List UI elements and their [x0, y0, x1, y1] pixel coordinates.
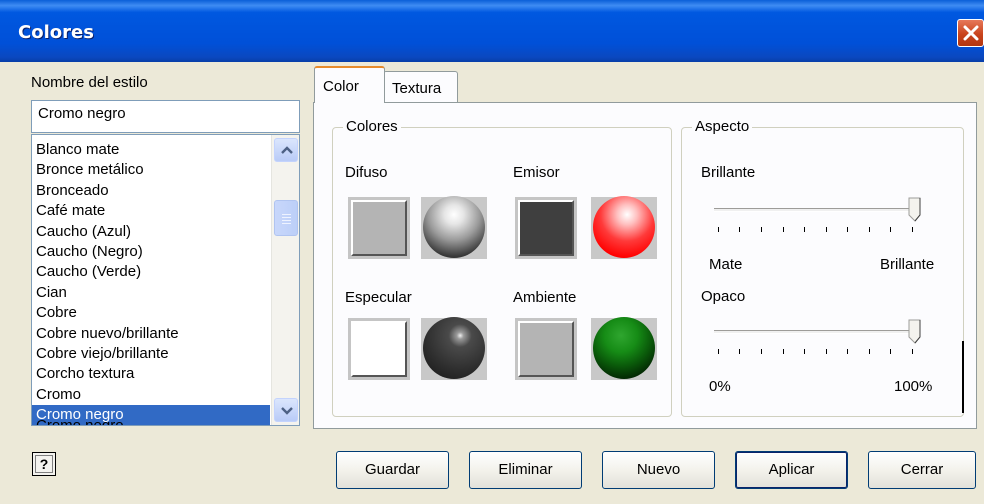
brillante-max-label: Brillante: [880, 256, 935, 273]
brillante-label: Brillante: [701, 164, 756, 181]
close-button[interactable]: [957, 19, 984, 47]
help-icon: ?: [39, 456, 49, 472]
tab-panel-color: Colores Difuso Emisor Especular Ambiente…: [313, 102, 977, 429]
chevron-up-icon: [281, 146, 293, 154]
opaco-max-label: 100%: [894, 378, 933, 395]
eliminar-button[interactable]: Eliminar: [469, 451, 582, 489]
guardar-button[interactable]: Guardar: [336, 451, 449, 489]
difuso-swatch[interactable]: [348, 197, 410, 259]
ambiente-color: [518, 321, 574, 377]
list-scrollbar[interactable]: [271, 135, 299, 425]
scroll-thumb[interactable]: [274, 200, 298, 236]
opaco-slider-thumb[interactable]: [908, 319, 922, 345]
styles-list[interactable]: Blanco mate Bronce metálico Bronceado Café …: [31, 134, 300, 426]
cerrar-button[interactable]: Cerrar: [868, 451, 976, 489]
difuso-color: [351, 200, 407, 256]
colores-legend: Colores: [343, 118, 401, 135]
emisor-preview: [591, 196, 657, 259]
brillante-min-label: Mate: [709, 256, 743, 273]
emisor-swatch[interactable]: [515, 197, 577, 259]
scroll-down-button[interactable]: [274, 398, 298, 422]
nuevo-button[interactable]: Nuevo: [602, 451, 715, 489]
difuso-label: Difuso: [345, 164, 388, 181]
chevron-down-icon: [281, 407, 293, 415]
style-name-label: Nombre del estilo: [31, 74, 148, 91]
tab-color[interactable]: Color: [314, 66, 385, 103]
list-item[interactable]: Cobre nuevo/brillante: [32, 324, 270, 344]
window-title: Colores: [18, 22, 94, 43]
ambiente-swatch[interactable]: [515, 318, 577, 380]
scroll-up-button[interactable]: [274, 138, 298, 162]
close-icon: [963, 25, 979, 41]
opaco-slider-track[interactable]: [714, 330, 919, 334]
styles-list-items: Blanco mate Bronce metálico Bronceado Café …: [32, 140, 270, 425]
title-bar: Colores: [0, 0, 984, 62]
especular-swatch[interactable]: [348, 318, 410, 380]
aspecto-group: Aspecto Brillante Mate Brillante Opaco 0…: [681, 118, 964, 417]
panel-edge-mark: [962, 341, 964, 413]
especular-label: Especular: [345, 289, 412, 306]
list-item[interactable]: Cian: [32, 283, 270, 303]
brillante-slider-track[interactable]: [714, 208, 919, 212]
especular-preview: [421, 317, 487, 380]
list-item-partial: Cromo negro: [36, 417, 124, 426]
aspecto-legend: Aspecto: [692, 118, 753, 135]
list-item[interactable]: Caucho (Negro): [32, 242, 270, 262]
list-item[interactable]: Blanco mate: [32, 140, 270, 160]
ambiente-preview: [591, 317, 657, 380]
list-item[interactable]: Bronce metálico: [32, 160, 270, 180]
especular-color: [351, 321, 407, 377]
list-item[interactable]: Café mate: [32, 201, 270, 221]
list-item[interactable]: Cobre viejo/brillante: [32, 344, 270, 364]
colores-group: Colores Difuso Emisor Especular Ambiente: [332, 118, 672, 417]
list-item[interactable]: Cobre: [32, 303, 270, 323]
brillante-slider-thumb[interactable]: [908, 197, 922, 223]
brillante-ticks: [718, 227, 918, 233]
difuso-preview: [421, 196, 487, 259]
opaco-ticks: [718, 349, 918, 355]
style-name-field[interactable]: Cromo negro: [31, 100, 300, 133]
opaco-min-label: 0%: [709, 378, 731, 395]
list-item[interactable]: Bronceado: [32, 181, 270, 201]
aplicar-button[interactable]: Aplicar: [735, 451, 848, 489]
list-item[interactable]: Caucho (Azul): [32, 222, 270, 242]
list-item[interactable]: Caucho (Verde): [32, 262, 270, 282]
help-button[interactable]: ?: [32, 452, 56, 476]
opaco-label: Opaco: [701, 288, 746, 305]
ambiente-label: Ambiente: [513, 289, 577, 306]
list-item[interactable]: Corcho textura: [32, 364, 270, 384]
tab-textura[interactable]: Textura: [383, 71, 458, 103]
list-item[interactable]: Cromo: [32, 385, 270, 405]
emisor-label: Emisor: [513, 164, 560, 181]
emisor-color: [518, 200, 574, 256]
